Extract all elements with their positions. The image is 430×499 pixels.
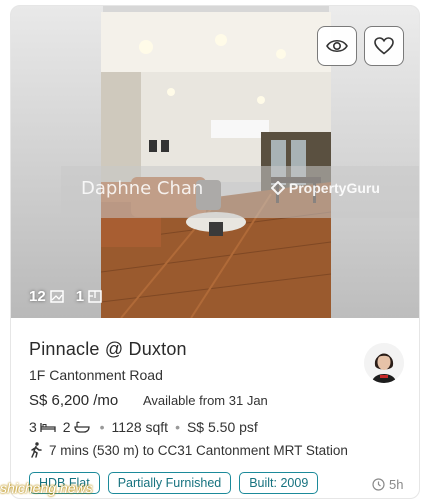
watermark-brand: PropertyGuru	[270, 180, 380, 196]
listing-title[interactable]: Pinnacle @ Duxton	[29, 339, 187, 360]
bed-icon	[40, 423, 56, 432]
agent-photo	[364, 343, 404, 383]
watermark-brand-text: PropertyGuru	[288, 180, 380, 196]
clock-icon	[372, 478, 385, 491]
posted-time: 5h	[372, 477, 403, 492]
walking-icon	[31, 442, 42, 458]
listing-photo[interactable]	[101, 12, 331, 318]
listing-address: 1F Cantonment Road	[29, 367, 163, 383]
tag-built-year: Built: 2009	[239, 472, 319, 494]
source-watermark: shicheng.news	[0, 480, 93, 496]
agent-avatar[interactable]	[364, 343, 404, 383]
favorite-button[interactable]	[364, 26, 404, 66]
living-room-image	[101, 12, 331, 318]
bathroom-count: 2	[62, 419, 71, 435]
image-count: 12	[29, 288, 46, 305]
floorplan-count: 1	[75, 288, 85, 305]
floorplan-icon	[88, 290, 102, 303]
mrt-text: 7 mins (530 m) to CC31 Cantonment MRT St…	[49, 442, 348, 458]
listing-price: S$ 6,200 /mo	[29, 392, 119, 409]
bedroom-count: 3	[29, 419, 37, 435]
watermark-agent-name: Daphne Chan	[81, 178, 204, 199]
propertyguru-logo-icon	[270, 180, 286, 196]
separator-dot: •	[175, 419, 180, 435]
photo-gallery[interactable]: Daphne Chan PropertyGuru 12 1	[11, 6, 419, 318]
tag-furnishing: Partially Furnished	[107, 472, 232, 494]
image-icon	[49, 290, 64, 303]
price-per-sqft: S$ 5.50 psf	[186, 419, 258, 435]
heart-icon	[374, 37, 394, 55]
listing-card[interactable]: Daphne Chan PropertyGuru 12 1 Pinnacle @…	[10, 5, 420, 499]
bath-icon	[73, 421, 90, 433]
hide-button[interactable]	[317, 26, 357, 66]
media-count[interactable]: 12 1	[29, 288, 102, 305]
floor-area: 1128 sqft	[111, 419, 169, 435]
posted-time-text: 5h	[389, 477, 404, 492]
separator-dot: •	[99, 419, 105, 435]
listing-specs: 3 2 • 1128 sqft • S$ 5.50 psf	[29, 419, 258, 435]
availability-text: Available from 31 Jan	[143, 393, 268, 408]
eye-icon	[326, 39, 348, 53]
gallery-blur-left	[11, 6, 103, 318]
mrt-distance: 7 mins (530 m) to CC31 Cantonment MRT St…	[29, 442, 348, 458]
